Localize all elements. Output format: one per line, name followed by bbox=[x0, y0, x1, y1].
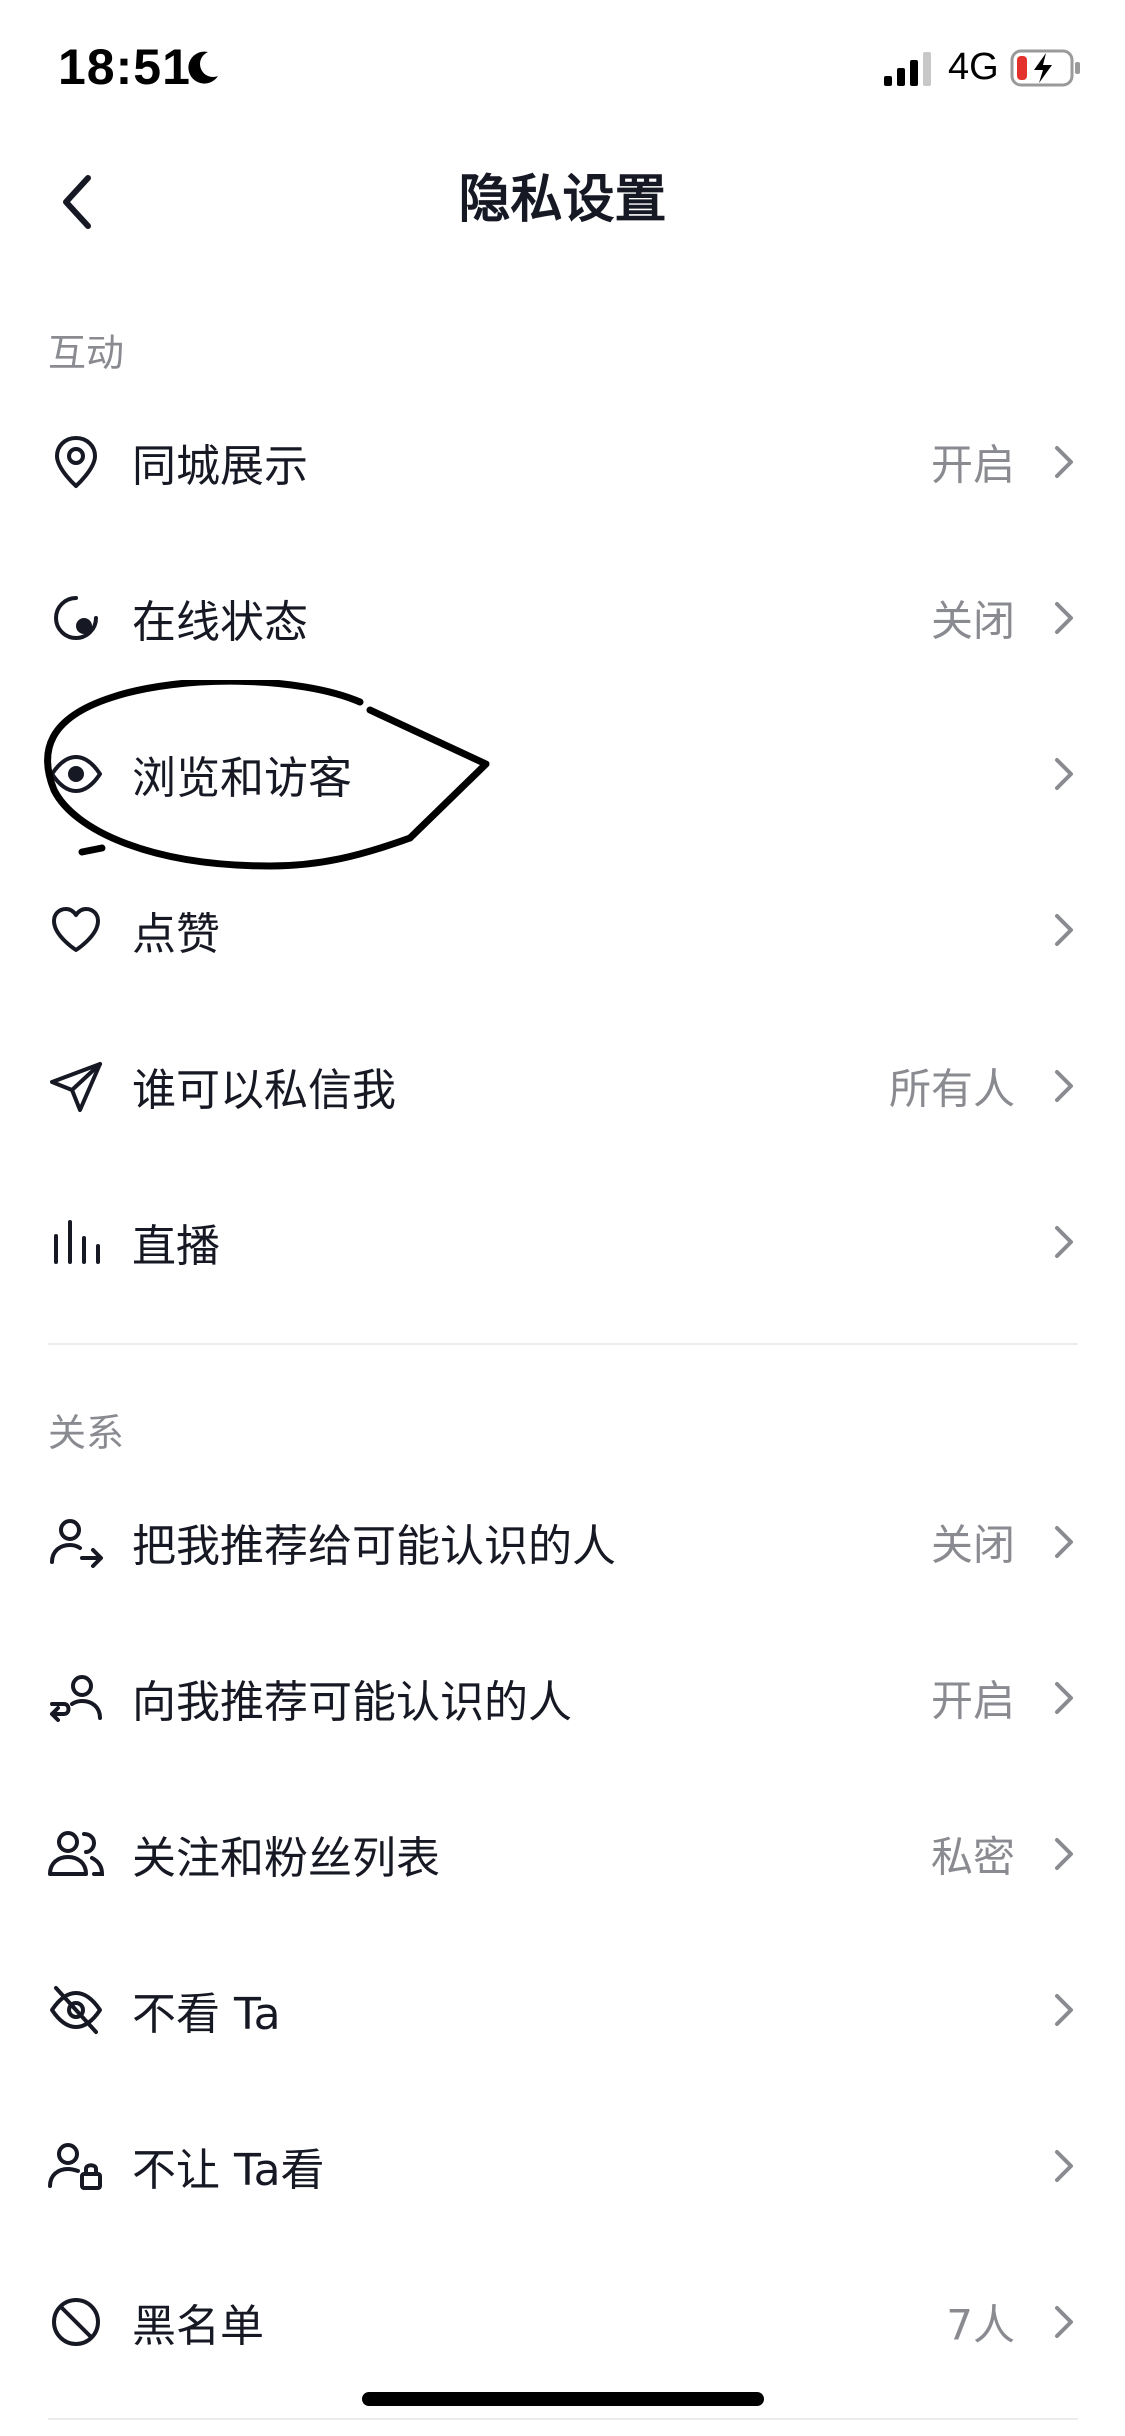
page-title: 隐私设置 bbox=[458, 170, 667, 230]
row-value: 私密 bbox=[930, 1832, 1015, 1882]
row-label: 把我推荐给可能认识的人 bbox=[132, 1521, 616, 1572]
chevron-right-icon bbox=[1055, 446, 1073, 478]
row-recommend-me[interactable]: 把我推荐给可能认识的人 关闭 bbox=[0, 1464, 1125, 1620]
chevron-right-icon bbox=[1055, 758, 1073, 790]
section-header-interaction: 互动 bbox=[48, 331, 125, 375]
row-label: 向我推荐可能认识的人 bbox=[132, 1677, 572, 1728]
network-type: 4G bbox=[948, 46, 999, 88]
status-bar: 18:51 4G bbox=[0, 0, 1125, 140]
row-hide-my-content[interactable]: 不让 Ta看 bbox=[0, 2088, 1125, 2244]
moon-icon bbox=[188, 51, 218, 84]
row-follow-fans-list[interactable]: 关注和粉丝列表 私密 bbox=[0, 1776, 1125, 1932]
row-value: 7人 bbox=[946, 2300, 1015, 2350]
row-who-can-message[interactable]: 谁可以私信我 所有人 bbox=[0, 1008, 1125, 1164]
row-local-display[interactable]: 同城展示 开启 bbox=[0, 384, 1125, 540]
user-recommend-icon bbox=[50, 1675, 102, 1722]
row-label: 点赞 bbox=[132, 909, 220, 960]
row-value: 关闭 bbox=[930, 1520, 1015, 1570]
block-icon bbox=[52, 2298, 100, 2346]
row-live[interactable]: 直播 bbox=[0, 1164, 1125, 1320]
row-online-status[interactable]: 在线状态 关闭 bbox=[0, 540, 1125, 696]
battery-charging-icon bbox=[1010, 49, 1080, 87]
row-label: 直播 bbox=[132, 1221, 220, 1272]
row-likes[interactable]: 点赞 bbox=[0, 852, 1125, 1008]
row-label: 关注和粉丝列表 bbox=[132, 1833, 440, 1884]
row-value: 关闭 bbox=[930, 596, 1015, 646]
row-label: 黑名单 bbox=[132, 2301, 264, 2352]
send-icon bbox=[50, 1062, 102, 1112]
row-value: 开启 bbox=[930, 440, 1015, 490]
chevron-right-icon bbox=[1055, 1070, 1073, 1102]
row-label: 在线状态 bbox=[132, 597, 308, 648]
eye-off-icon bbox=[50, 1986, 102, 2034]
chevron-right-icon bbox=[1055, 2150, 1073, 2182]
row-views-visitors[interactable]: 浏览和访客 bbox=[0, 696, 1125, 852]
location-pin-icon bbox=[55, 436, 97, 488]
online-status-icon bbox=[54, 596, 98, 640]
row-label: 不让 Ta看 bbox=[132, 2145, 325, 2196]
live-bars-icon bbox=[54, 1220, 100, 1264]
row-value: 所有人 bbox=[888, 1064, 1015, 1114]
signal-icon bbox=[884, 52, 931, 86]
chevron-right-icon bbox=[1055, 1994, 1073, 2026]
section-header-relations: 关系 bbox=[48, 1411, 125, 1455]
section-divider bbox=[48, 1343, 1078, 1345]
user-lock-icon bbox=[48, 2143, 102, 2190]
chevron-right-icon bbox=[1055, 1526, 1073, 1558]
row-label: 谁可以私信我 bbox=[132, 1065, 396, 1116]
chevron-right-icon bbox=[1055, 914, 1073, 946]
nav-bar: 隐私设置 bbox=[0, 140, 1125, 260]
bottom-divider bbox=[48, 2418, 1078, 2420]
row-label: 同城展示 bbox=[132, 441, 308, 492]
chevron-right-icon bbox=[1055, 602, 1073, 634]
row-label: 不看 Ta bbox=[132, 1989, 281, 2040]
row-hide-their-content[interactable]: 不看 Ta bbox=[0, 1932, 1125, 2088]
chevron-right-icon bbox=[1055, 1838, 1073, 1870]
chevron-right-icon bbox=[1055, 2306, 1073, 2338]
status-time: 18:51 bbox=[58, 39, 191, 95]
row-value: 开启 bbox=[930, 1676, 1015, 1726]
heart-icon bbox=[52, 907, 100, 952]
chevron-right-icon bbox=[1055, 1682, 1073, 1714]
row-blacklist[interactable]: 黑名单 7人 bbox=[0, 2244, 1125, 2400]
row-recommend-to-me[interactable]: 向我推荐可能认识的人 开启 bbox=[0, 1620, 1125, 1776]
home-indicator bbox=[362, 2392, 764, 2406]
users-icon bbox=[48, 1831, 105, 1876]
row-label: 浏览和访客 bbox=[132, 753, 352, 804]
eye-icon bbox=[50, 755, 102, 793]
user-share-icon bbox=[50, 1519, 103, 1568]
chevron-right-icon bbox=[1055, 1226, 1073, 1258]
